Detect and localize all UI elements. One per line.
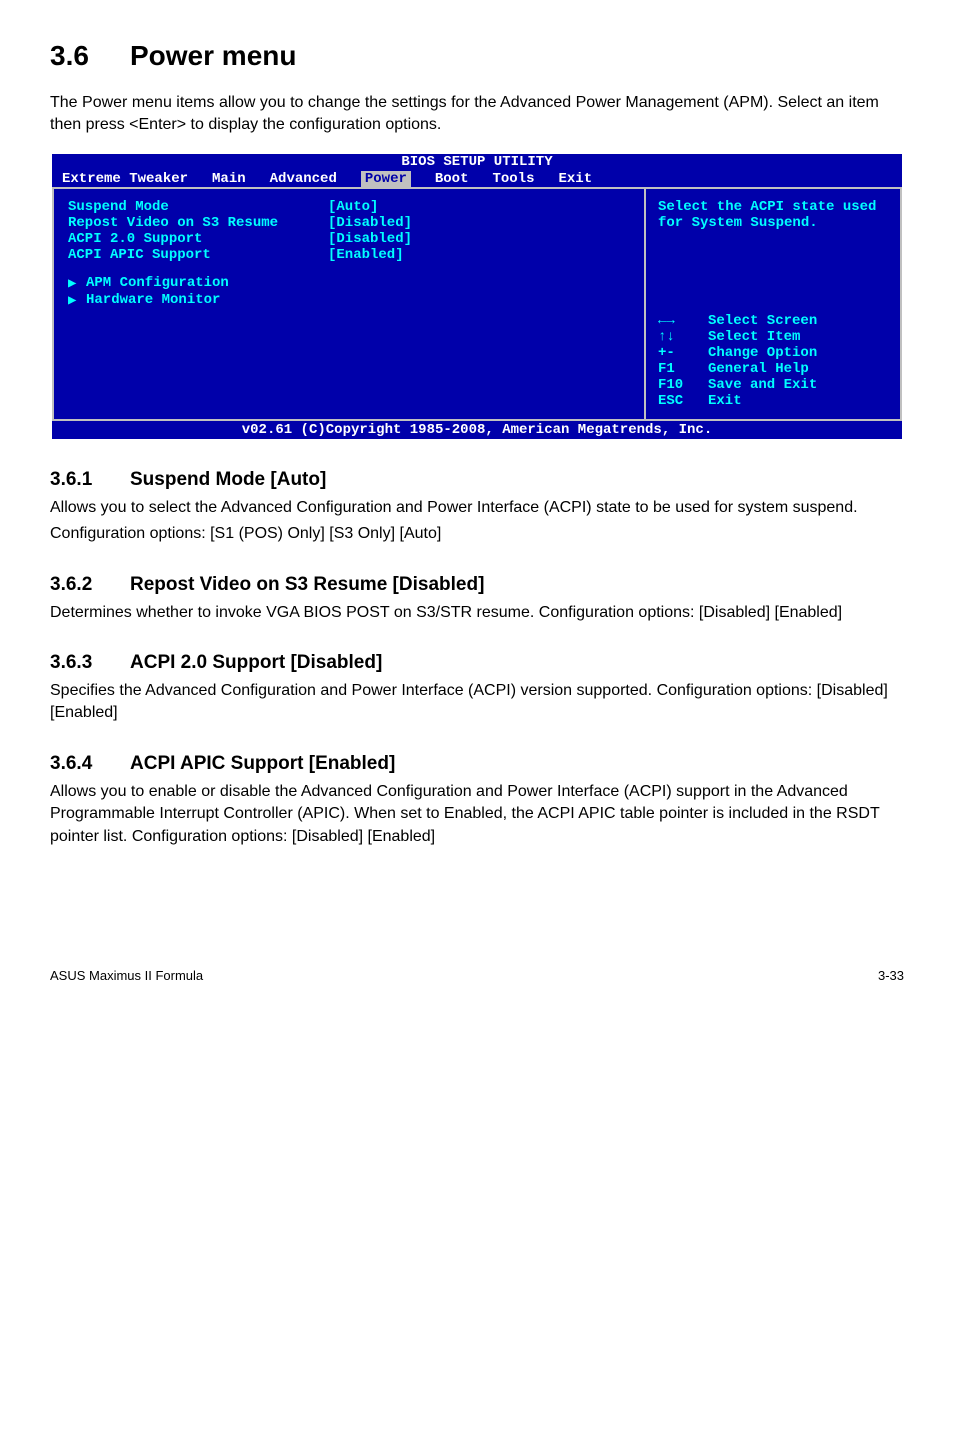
body-paragraph: Determines whether to invoke VGA BIOS PO… <box>50 602 904 624</box>
bios-option-value: [Disabled] <box>328 231 412 247</box>
bios-left-pane: Suspend Mode [Auto] Repost Video on S3 R… <box>52 189 646 419</box>
bios-title: BIOS SETUP UTILITY <box>52 154 902 171</box>
bios-option-value: [Enabled] <box>328 247 404 263</box>
subsection-number: 3.6.4 <box>50 753 130 775</box>
section-title: Power menu <box>130 40 296 71</box>
subsection-title: ACPI APIC Support [Enabled] <box>130 753 395 774</box>
bios-option-row[interactable]: Suspend Mode [Auto] <box>68 199 630 215</box>
bios-option-value: [Auto] <box>328 199 378 215</box>
bios-option-row[interactable]: Repost Video on S3 Resume [Disabled] <box>68 215 630 231</box>
subsection-number: 3.6.3 <box>50 652 130 674</box>
bios-tab[interactable]: Advanced <box>270 171 337 187</box>
bios-option-label: Repost Video on S3 Resume <box>68 215 328 231</box>
subsection-heading: 3.6.2Repost Video on S3 Resume [Disabled… <box>50 574 904 596</box>
bios-tab-row: Extreme Tweaker Main Advanced Power Boot… <box>52 171 902 187</box>
bios-option-row[interactable]: ACPI APIC Support [Enabled] <box>68 247 630 263</box>
subsection-title: Suspend Mode [Auto] <box>130 469 326 490</box>
bios-body: Suspend Mode [Auto] Repost Video on S3 R… <box>52 187 902 421</box>
bios-tab-selected[interactable]: Power <box>361 171 411 187</box>
bios-tab[interactable]: Boot <box>435 171 469 187</box>
submenu-arrow-icon: ▶ <box>68 275 86 292</box>
bios-right-pane: Select the ACPI state used for System Su… <box>646 189 902 419</box>
body-paragraph: Specifies the Advanced Configuration and… <box>50 680 904 725</box>
bios-option-value: [Disabled] <box>328 215 412 231</box>
bios-submenu-row[interactable]: ▶ Hardware Monitor <box>68 292 630 309</box>
bios-submenu-row[interactable]: ▶ APM Configuration <box>68 275 630 292</box>
body-paragraph: Allows you to select the Advanced Config… <box>50 497 904 519</box>
key-desc: Change Option <box>708 345 817 361</box>
bios-submenu-label: Hardware Monitor <box>86 292 220 309</box>
bios-option-label: ACPI APIC Support <box>68 247 328 263</box>
subsection-title: ACPI 2.0 Support [Disabled] <box>130 652 382 673</box>
key-symbol: +- <box>658 345 708 361</box>
subsection-number: 3.6.1 <box>50 469 130 491</box>
page-title: 3.6Power menu <box>50 40 904 72</box>
section-number: 3.6 <box>50 40 130 72</box>
bios-footer: v02.61 (C)Copyright 1985-2008, American … <box>52 421 902 439</box>
bios-help-text: Select the ACPI state used for System Su… <box>658 199 888 269</box>
key-desc: General Help <box>708 361 809 377</box>
bios-tab[interactable]: Extreme Tweaker <box>62 171 188 187</box>
key-symbol: ←→ <box>658 313 708 329</box>
bios-submenu-label: APM Configuration <box>86 275 229 292</box>
subsection-heading: 3.6.1Suspend Mode [Auto] <box>50 469 904 491</box>
key-symbol: F10 <box>658 377 708 393</box>
page-footer: ASUS Maximus II Formula 3-33 <box>50 968 904 983</box>
body-paragraph: Configuration options: [S1 (POS) Only] [… <box>50 523 904 545</box>
subsection-heading: 3.6.3ACPI 2.0 Support [Disabled] <box>50 652 904 674</box>
bios-key-legend: ←→Select Screen ↑↓Select Item +-Change O… <box>658 313 888 409</box>
body-paragraph: Allows you to enable or disable the Adva… <box>50 781 904 848</box>
intro-paragraph: The Power menu items allow you to change… <box>50 92 904 137</box>
key-symbol: F1 <box>658 361 708 377</box>
key-desc: Exit <box>708 393 742 409</box>
key-desc: Select Item <box>708 329 800 345</box>
bios-option-label: Suspend Mode <box>68 199 328 215</box>
key-symbol: ESC <box>658 393 708 409</box>
bios-tab[interactable]: Tools <box>492 171 534 187</box>
bios-option-label: ACPI 2.0 Support <box>68 231 328 247</box>
key-desc: Save and Exit <box>708 377 817 393</box>
subsection-number: 3.6.2 <box>50 574 130 596</box>
submenu-arrow-icon: ▶ <box>68 292 86 309</box>
bios-screenshot: BIOS SETUP UTILITY Extreme Tweaker Main … <box>50 152 904 441</box>
subsection-heading: 3.6.4ACPI APIC Support [Enabled] <box>50 753 904 775</box>
key-symbol: ↑↓ <box>658 329 708 345</box>
bios-tab[interactable]: Exit <box>559 171 593 187</box>
bios-option-row[interactable]: ACPI 2.0 Support [Disabled] <box>68 231 630 247</box>
footer-left: ASUS Maximus II Formula <box>50 968 203 983</box>
subsection-title: Repost Video on S3 Resume [Disabled] <box>130 574 484 595</box>
bios-tab[interactable]: Main <box>212 171 246 187</box>
footer-right: 3-33 <box>878 968 904 983</box>
key-desc: Select Screen <box>708 313 817 329</box>
